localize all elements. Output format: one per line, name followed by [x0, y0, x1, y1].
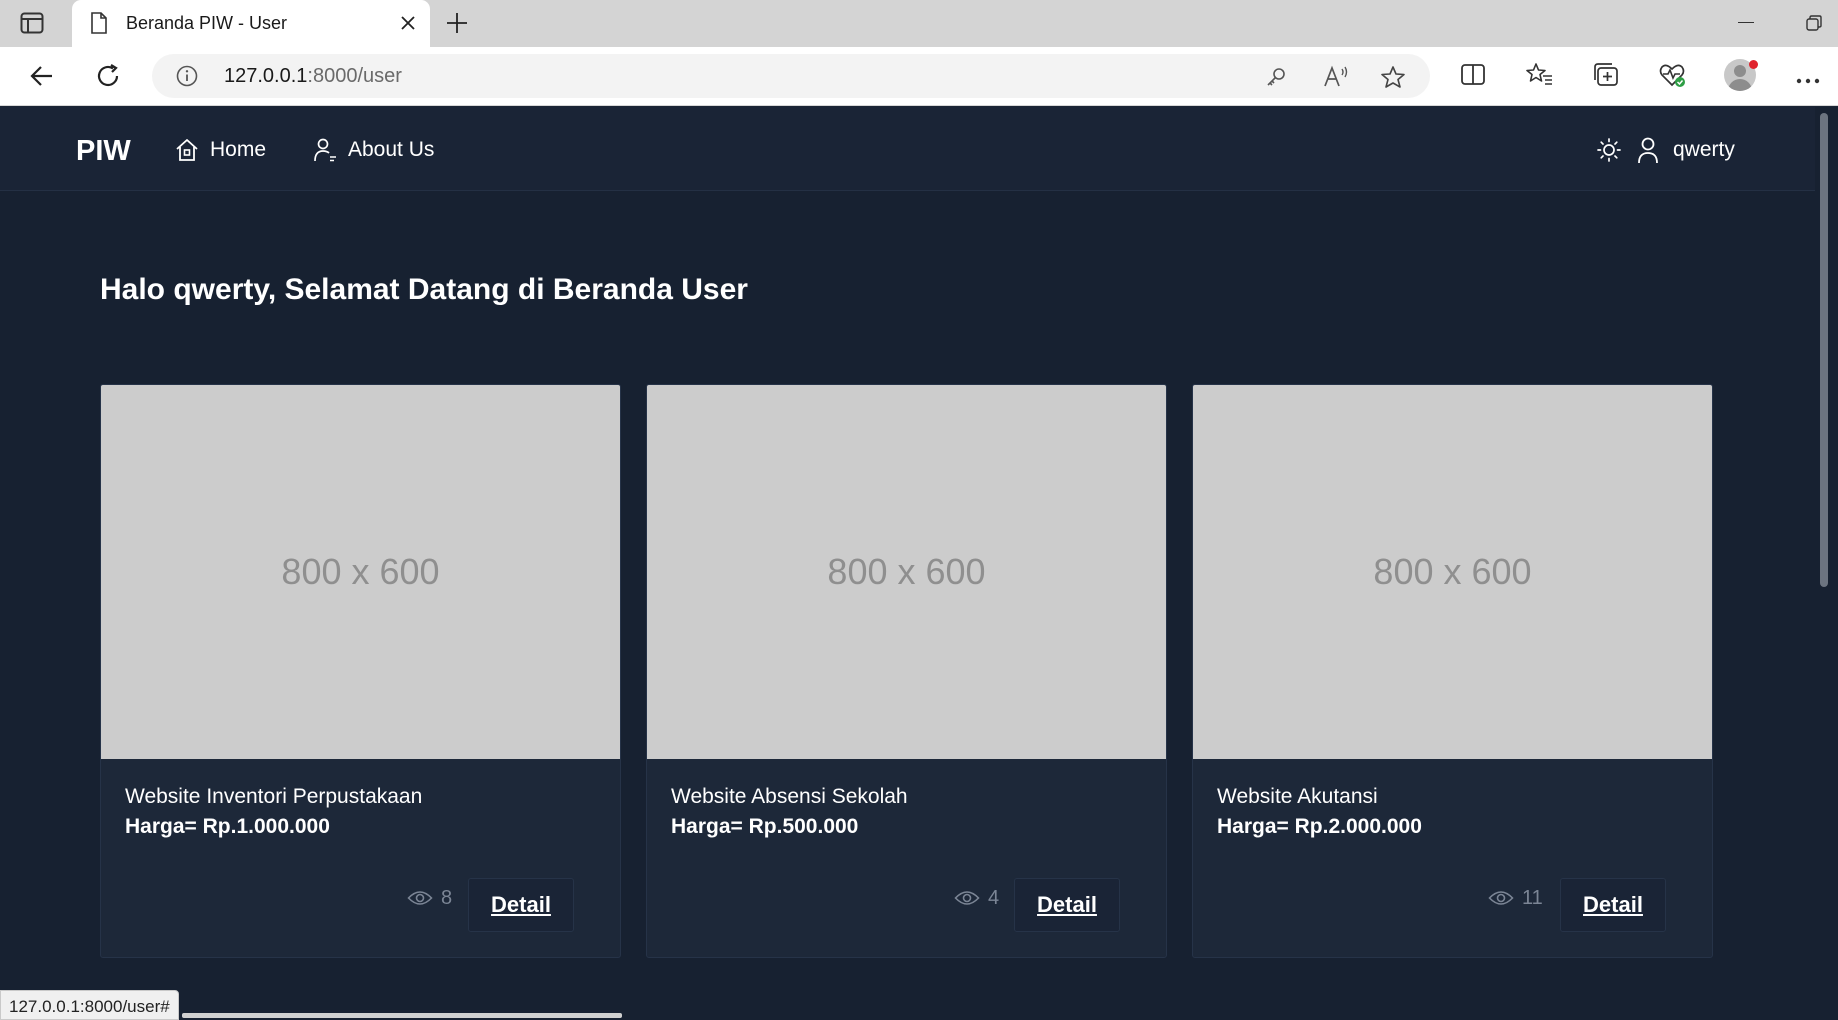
user-menu[interactable]: qwerty	[1637, 135, 1735, 165]
card-title: Website Absensi Sekolah	[671, 785, 908, 808]
site-info-icon[interactable]	[176, 65, 198, 92]
card-price: Harga= Rp.2.000.000	[1217, 815, 1422, 838]
close-tab-icon[interactable]	[398, 13, 418, 38]
url-text: 127.0.0.1:8000/user	[224, 65, 402, 87]
reload-icon[interactable]	[94, 62, 122, 95]
view-count-value: 4	[988, 886, 1000, 909]
browser-essentials-icon[interactable]	[1658, 62, 1686, 93]
home-icon	[176, 139, 198, 161]
page-scrollbar-thumb[interactable]	[1820, 113, 1828, 587]
view-count-value: 11	[1522, 886, 1543, 909]
brand-logo[interactable]: PIW	[76, 135, 131, 168]
more-menu-icon[interactable]	[1796, 72, 1820, 90]
card-image-placeholder: 800 x 600	[647, 385, 1166, 759]
detail-button[interactable]: Detail	[468, 878, 574, 932]
detail-button[interactable]: Detail	[1560, 878, 1666, 932]
status-bar-url: 127.0.0.1:8000/user#	[0, 990, 179, 1020]
eye-icon	[1488, 891, 1514, 905]
card-title: Website Inventori Perpustakaan	[125, 785, 423, 808]
collections-icon[interactable]	[1592, 62, 1620, 93]
view-count: 11	[1488, 886, 1543, 910]
product-card: 800 x 600 Website Akutansi Harga= Rp.2.0…	[1192, 384, 1713, 958]
sun-icon[interactable]	[1596, 137, 1622, 168]
product-card: 800 x 600 Website Inventori Perpustakaan…	[100, 384, 621, 958]
document-icon	[90, 12, 108, 39]
minimize-icon[interactable]	[1738, 22, 1754, 23]
split-screen-icon[interactable]	[1460, 62, 1486, 93]
card-price: Harga= Rp.500.000	[671, 815, 859, 838]
product-card: 800 x 600 Website Absensi Sekolah Harga=…	[646, 384, 1167, 958]
nav-home-label: Home	[210, 138, 267, 161]
new-tab-icon[interactable]	[444, 10, 470, 41]
detail-button[interactable]: Detail	[1014, 878, 1120, 932]
card-price: Harga= Rp.1.000.000	[125, 815, 330, 838]
username-label: qwerty	[1673, 138, 1735, 161]
address-bar[interactable]: 127.0.0.1:8000/user	[152, 54, 1430, 98]
page-title: Halo qwerty, Selamat Datang di Beranda U…	[100, 273, 748, 306]
eye-icon	[954, 891, 980, 905]
user-icon	[1638, 137, 1658, 164]
restore-icon[interactable]	[1806, 15, 1822, 36]
site-navbar: PIW Home About Us qwerty	[0, 107, 1815, 191]
tab-actions-icon[interactable]	[20, 12, 52, 36]
read-aloud-icon[interactable]	[1322, 65, 1350, 94]
view-count-value: 8	[441, 886, 453, 909]
card-title: Website Akutansi	[1217, 785, 1378, 808]
nav-about-link[interactable]: About Us	[312, 135, 434, 165]
eye-icon	[407, 891, 433, 905]
browser-tab-bar: Beranda PIW - User	[0, 0, 1838, 47]
nav-about-label: About Us	[348, 138, 435, 161]
browser-toolbar: 127.0.0.1:8000/user	[0, 47, 1838, 106]
card-image-placeholder: 800 x 600	[101, 385, 620, 759]
view-count: 8	[407, 886, 452, 910]
horizontal-scrollbar[interactable]	[182, 1013, 622, 1018]
nav-home-link[interactable]: Home	[174, 135, 266, 165]
key-icon[interactable]	[1264, 65, 1288, 94]
notification-dot	[1749, 60, 1758, 69]
tab-title: Beranda PIW - User	[126, 13, 288, 33]
users-icon	[314, 138, 336, 162]
favorite-star-icon[interactable]	[1380, 65, 1406, 94]
back-arrow-icon[interactable]	[28, 62, 56, 95]
card-image-placeholder: 800 x 600	[1193, 385, 1712, 759]
favorites-icon[interactable]	[1526, 62, 1554, 93]
view-count: 4	[954, 886, 999, 910]
browser-tab-active[interactable]: Beranda PIW - User	[72, 0, 430, 47]
page-content: PIW Home About Us qwerty Halo qwerty, Se…	[0, 107, 1838, 1020]
